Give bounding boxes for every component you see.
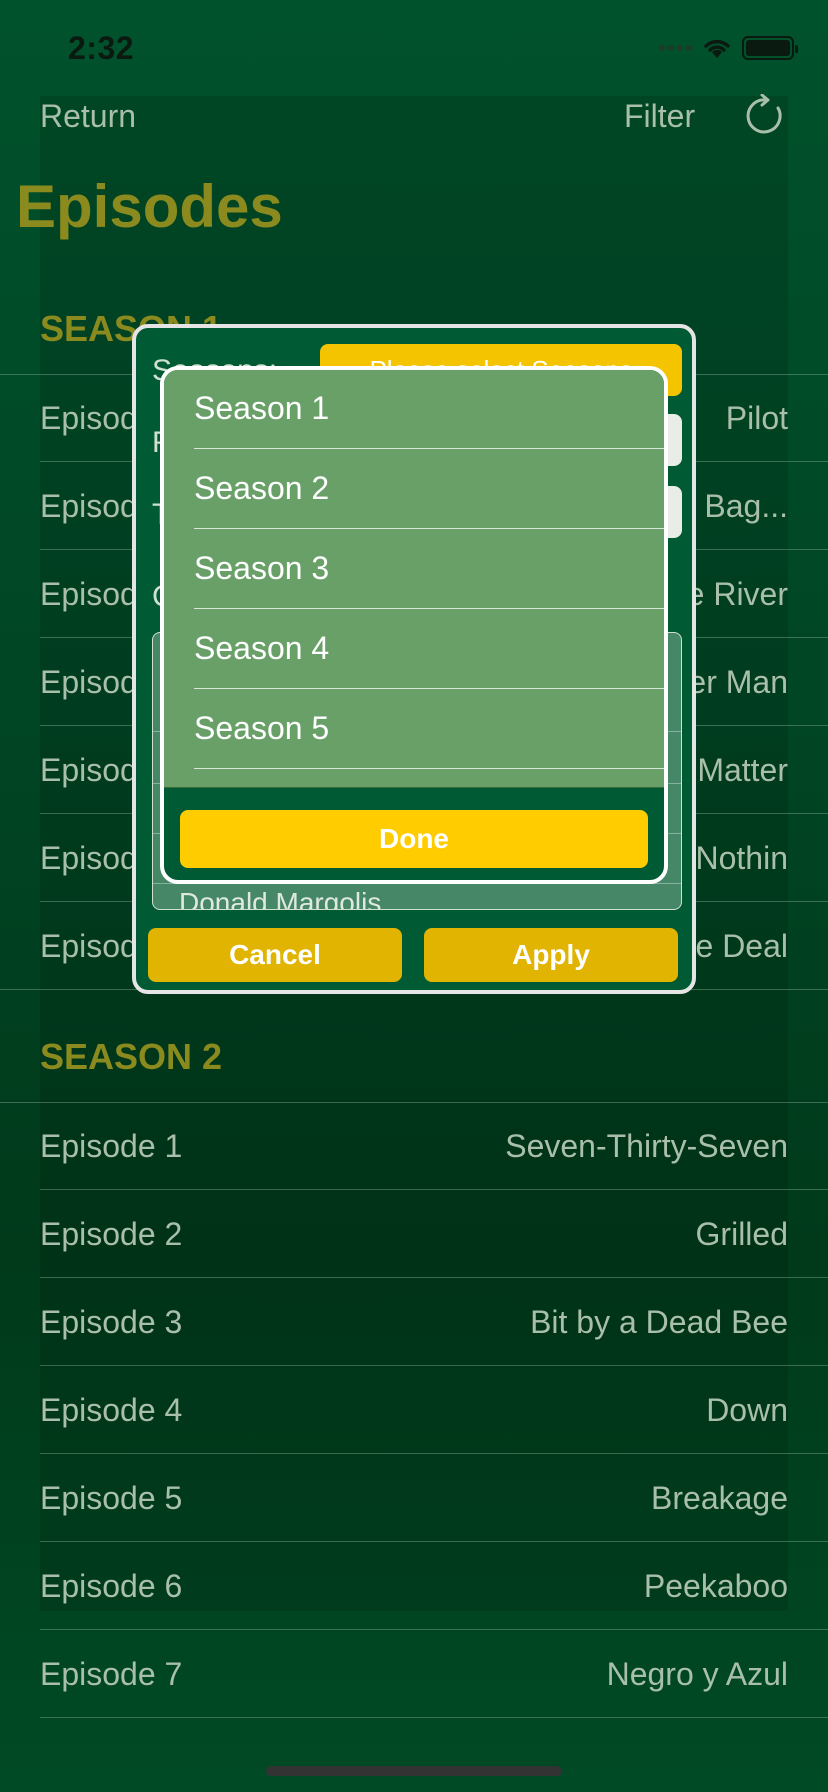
- picker-divider: [194, 528, 664, 529]
- episode-number: Episod: [40, 488, 138, 524]
- season-option[interactable]: Season 4: [194, 630, 329, 667]
- episode-number: Episod: [40, 928, 138, 964]
- season-picker-list[interactable]: Season 1 Season 2 Season 3 Season 4 Seas…: [164, 370, 664, 788]
- status-time: 2:32: [68, 30, 135, 66]
- divider: [40, 1453, 828, 1454]
- apply-button[interactable]: Apply: [424, 928, 678, 982]
- season-picker: Season 1 Season 2 Season 3 Season 4 Seas…: [160, 366, 668, 884]
- return-button[interactable]: Return: [40, 98, 136, 135]
- divider: [40, 1277, 828, 1278]
- picker-divider: [194, 688, 664, 689]
- season-option[interactable]: Season 1: [194, 390, 329, 427]
- episode-number: Episode 3: [40, 1304, 183, 1340]
- refresh-icon[interactable]: [744, 94, 788, 138]
- episode-title: Bit by a Dead Bee: [530, 1304, 788, 1340]
- season-header: SEASON 2: [40, 1036, 223, 1077]
- divider: [40, 1629, 828, 1630]
- cellular-signal-icon: [659, 45, 692, 51]
- page-title: Episodes: [16, 173, 283, 240]
- episode-title: e River: [686, 576, 788, 612]
- season-option[interactable]: Season 3: [194, 550, 329, 587]
- wifi-icon: [704, 39, 730, 58]
- picker-divider: [194, 608, 664, 609]
- episode-number: Episode 6: [40, 1568, 183, 1604]
- divider: [0, 1102, 828, 1103]
- divider: [40, 1189, 828, 1190]
- episode-number: Episod: [40, 840, 138, 876]
- episode-title: Seven-Thirty-Seven: [505, 1128, 788, 1164]
- season-option[interactable]: Season 5: [194, 710, 329, 747]
- picker-divider: [194, 768, 664, 769]
- episode-number: Episod: [40, 664, 138, 700]
- episode-title: Down: [706, 1392, 788, 1428]
- episode-number: Episode 7: [40, 1656, 183, 1692]
- done-button[interactable]: Done: [180, 810, 648, 868]
- status-icons: [659, 36, 798, 60]
- episode-title: Peekaboo: [643, 1568, 788, 1604]
- picker-divider: [194, 448, 664, 449]
- status-bar: 2:32: [0, 0, 828, 96]
- episode-title: Nothin: [695, 840, 789, 876]
- episode-title: Matter: [697, 752, 788, 788]
- home-indicator[interactable]: [266, 1766, 562, 1776]
- episode-title: e Deal: [695, 928, 789, 964]
- episode-title: Breakage: [651, 1480, 788, 1516]
- filter-button[interactable]: Filter: [624, 98, 695, 135]
- episode-title: er Man: [688, 664, 788, 700]
- divider: [40, 1541, 828, 1542]
- episode-title: Negro y Azul: [606, 1656, 788, 1692]
- divider: [40, 1717, 828, 1718]
- episode-number: Episode 2: [40, 1216, 183, 1252]
- episode-number: Episode 4: [40, 1392, 183, 1428]
- episode-number: Episod: [40, 752, 138, 788]
- divider: [40, 1365, 828, 1366]
- list-item[interactable]: Donald Margolis: [179, 887, 381, 909]
- episode-number: Episod: [40, 400, 138, 436]
- episode-number: Episode 1: [40, 1128, 183, 1164]
- episode-title: Pilot: [725, 400, 788, 436]
- episode-number: Episod: [40, 576, 138, 612]
- episode-title: Grilled: [695, 1216, 788, 1252]
- battery-icon: [742, 36, 798, 60]
- episode-title: Bag...: [704, 488, 788, 524]
- season-option[interactable]: Season 2: [194, 470, 329, 507]
- cancel-button[interactable]: Cancel: [148, 928, 402, 982]
- episode-number: Episode 5: [40, 1480, 183, 1516]
